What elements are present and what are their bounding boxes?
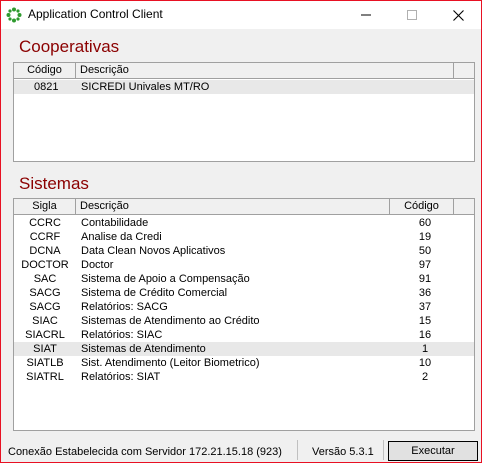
sistema-row[interactable]: SAC Sistema de Apoio a Compensação 91 [14,272,474,286]
sistema-codigo: 15 [418,315,432,327]
sistema-row[interactable]: CCRF Analise da Credi 19 [14,230,474,244]
executar-label: Executar [411,445,455,457]
sistema-codigo: 91 [418,273,432,285]
minimize-icon [361,14,371,16]
column-header-descricao[interactable]: Descrição [76,63,454,78]
sistema-codigo: 10 [418,357,432,369]
sistema-codigo: 97 [418,259,432,271]
column-header-sigla[interactable]: Sigla [14,199,76,214]
app-icon [6,7,22,23]
sistemas-list[interactable]: Sigla Descrição Código CCRC Contabilidade… [13,198,475,431]
maximize-icon [407,10,417,20]
sistema-sigla: SIATLB [26,357,64,369]
status-bar: Conexão Estabelecida com Servidor 172.21… [1,438,481,462]
sistema-sigla: DCNA [29,245,61,257]
cooperativa-row[interactable]: 0821 SICREDI Univales MT/RO [14,80,474,94]
sistema-sigla: DOCTOR [21,259,69,271]
cooperativas-list[interactable]: Código Descrição 0821 SICREDI Univales M… [13,62,475,162]
minimize-button[interactable] [343,1,389,29]
status-separator [297,440,298,460]
sistema-sigla: CCRC [29,217,61,229]
sistema-codigo: 36 [418,287,432,299]
sistema-sigla: CCRF [29,231,61,243]
sistema-sigla: SACG [29,287,61,299]
column-header-codigo[interactable]: Código [14,63,76,78]
sistema-descricao: Sistemas de Atendimento [81,343,206,355]
cooperativa-descricao: SICREDI Univales MT/RO [81,81,210,93]
sistema-sigla: SIAT [33,343,57,355]
sistema-sigla: SAC [33,273,57,285]
sistema-descricao: Sistema de Crédito Comercial [81,287,228,299]
column-header-descricao[interactable]: Descrição [76,199,390,214]
close-icon [452,9,464,21]
version-label: Versão 5.3.1 [312,446,374,458]
sistema-codigo: 60 [418,217,432,229]
sistema-descricao: Relatórios: SIAC [81,329,163,341]
sistema-row[interactable]: SIACRL Relatórios: SIAC 16 [14,328,474,342]
cooperativas-title: Cooperativas [19,37,120,56]
maximize-button[interactable] [389,1,435,29]
sistema-sigla: SIACRL [25,329,65,341]
title-bar[interactable]: Application Control Client [1,1,481,29]
cooperativas-header: Código Descrição [14,63,474,79]
sistema-sigla: SIAC [32,315,58,327]
close-button[interactable] [435,1,481,29]
sistema-row[interactable]: DCNA Data Clean Novos Aplicativos 50 [14,244,474,258]
sistema-row[interactable]: CCRC Contabilidade 60 [14,216,474,230]
sistema-row[interactable]: DOCTOR Doctor 97 [14,258,474,272]
cooperativa-codigo: 0821 [34,81,59,93]
sistema-sigla: SIATRL [26,371,64,383]
sistema-row[interactable]: SACG Relatórios: SACG 37 [14,300,474,314]
window-title: Application Control Client [28,7,163,21]
sistema-descricao: Contabilidade [81,217,149,229]
sistema-descricao: Sistemas de Atendimento ao Crédito [81,315,260,327]
sistema-row[interactable]: SIATRL Relatórios: SIAT 2 [14,370,474,384]
sistema-descricao: Sistema de Apoio a Compensação [81,273,250,285]
sistema-codigo: 37 [418,301,432,313]
sistemas-header: Sigla Descrição Código [14,199,474,215]
sistema-sigla: SACG [29,301,61,313]
sistema-codigo: 19 [418,231,432,243]
sistema-codigo: 1 [421,343,429,355]
executar-button[interactable]: Executar [388,441,478,461]
sistema-row[interactable]: SACG Sistema de Crédito Comercial 36 [14,286,474,300]
sistema-codigo: 50 [418,245,432,257]
status-separator [383,440,384,460]
sistema-row[interactable]: SIAT Sistemas de Atendimento 1 [14,342,474,356]
sistema-row[interactable]: SIAC Sistemas de Atendimento ao Crédito 15 [14,314,474,328]
application-window: Application Control Client Cooperativas … [0,0,482,463]
sistema-descricao: Data Clean Novos Aplicativos [81,245,226,257]
sistema-descricao: Doctor [81,259,114,271]
sistemas-title: Sistemas [19,174,89,193]
sistema-descricao: Relatórios: SACG [81,301,168,313]
sistema-row[interactable]: SIATLB Sist. Atendimento (Leitor Biometri… [14,356,474,370]
sistema-codigo: 16 [418,329,432,341]
sistema-descricao: Sist. Atendimento (Leitor Biometrico) [81,357,260,369]
sistema-codigo: 2 [421,371,429,383]
sistema-descricao: Analise da Credi [81,231,162,243]
column-header-codigo[interactable]: Código [390,199,454,214]
sistema-descricao: Relatórios: SIAT [81,371,161,383]
connection-status: Conexão Estabelecida com Servidor 172.21… [8,446,282,458]
